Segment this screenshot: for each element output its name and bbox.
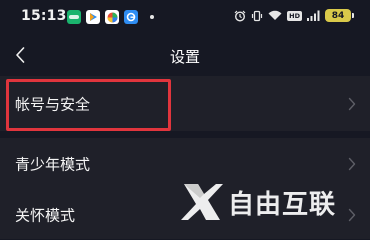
- settings-item-label: 帐号与安全: [15, 95, 91, 113]
- settings-group-account: 帐号与安全: [0, 76, 370, 131]
- battery-nub: [352, 13, 354, 18]
- page-header: 设置: [0, 36, 370, 76]
- alarm-icon: [234, 10, 246, 22]
- settings-item-label: 关怀模式: [15, 206, 76, 224]
- app-icon-colorful: [105, 10, 119, 24]
- settings-item-account-security[interactable]: 帐号与安全: [0, 76, 370, 131]
- chevron-right-icon: [348, 97, 356, 110]
- app-icon-play: [86, 10, 100, 24]
- notification-app-icons: [67, 10, 154, 24]
- watermark-text: 自由互联: [228, 189, 337, 220]
- status-time: 15:13: [21, 8, 67, 24]
- signal-icon: [307, 10, 320, 21]
- watermark: 自由互联: [180, 178, 370, 226]
- settings-item-label: 青少年模式: [15, 155, 91, 174]
- status-bar: 15:13 HD 84: [0, 0, 370, 34]
- app-icon-blue: [124, 10, 138, 24]
- system-icons: HD 84: [234, 9, 354, 22]
- vibrate-icon: [251, 10, 263, 22]
- more-notifications-dot: [150, 15, 154, 19]
- hd-icon: HD: [287, 10, 302, 21]
- battery-level: 84: [331, 10, 345, 21]
- x-logo-icon: [181, 184, 223, 220]
- chevron-right-icon: [348, 157, 356, 171]
- app-icon-green: [67, 10, 81, 24]
- wifi-icon: [268, 10, 282, 21]
- page-title: 设置: [169, 48, 200, 66]
- battery-icon: 84: [325, 9, 351, 22]
